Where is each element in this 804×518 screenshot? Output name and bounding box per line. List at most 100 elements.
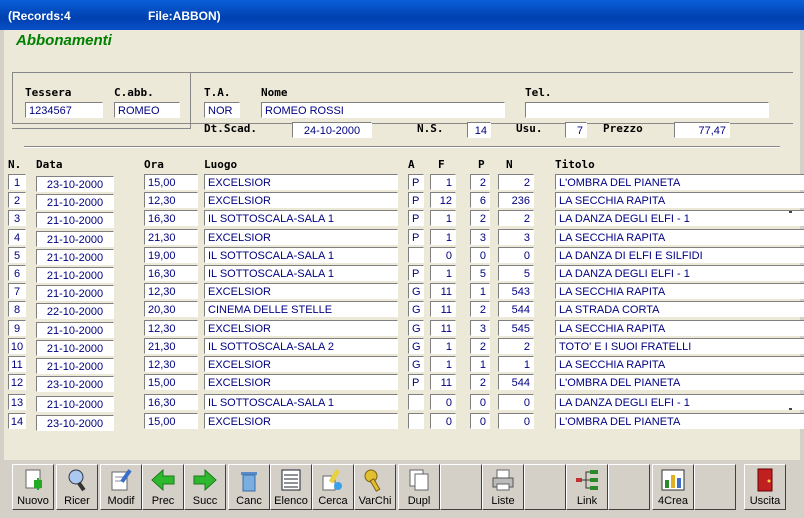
cell-data[interactable]: 21-10-2000 [36,322,114,338]
ta-field[interactable]: NOR [204,102,240,118]
cell-data[interactable]: 23-10-2000 [36,376,114,392]
cell-n[interactable]: 5 [8,247,26,263]
cell-p[interactable]: 2 [470,174,490,190]
liste-button[interactable]: Liste [482,464,524,510]
prec-button[interactable]: Prec [142,464,184,510]
cell-ora[interactable]: 16,30 [144,210,198,226]
cell-f[interactable]: 11 [430,283,456,299]
cell-a[interactable]: G [408,338,424,354]
cell-luogo[interactable]: EXCELSIOR [204,283,398,299]
cell-luogo[interactable]: EXCELSIOR [204,174,398,190]
cell-data[interactable]: 21-10-2000 [36,267,114,283]
nome-field[interactable]: ROMEO ROSSI [261,102,505,118]
cell-nn[interactable]: 0 [498,394,534,410]
4crea-button[interactable]: 4Crea [652,464,694,510]
cell-nn[interactable]: 545 [498,320,534,336]
table-row[interactable]: 4 21-10-2000 21,30 EXCELSIOR P 1 3 3 LA SECCHIA … [4,229,804,247]
cell-ora[interactable]: 15,00 [144,413,198,429]
cell-p[interactable]: 2 [470,301,490,317]
cell-a[interactable]: G [408,320,424,336]
cell-n[interactable]: 6 [8,265,26,281]
cell-f[interactable]: 1 [430,174,456,190]
table-row[interactable]: 6 21-10-2000 16,30 IL SOTTOSCALA-SALA 1P155… [4,265,804,283]
cell-ora[interactable]: 12,30 [144,356,198,372]
table-row[interactable]: 5 21-10-2000 19,00 IL SOTTOSCALA-SALA 1000L… [4,247,804,265]
tel-field[interactable] [525,102,769,118]
cell-f[interactable]: 0 [430,394,456,410]
cell-luogo[interactable]: EXCELSIOR [204,413,398,429]
cell-a[interactable]: P [408,174,424,190]
toolbar-blank-button[interactable] [524,464,566,510]
table-row[interactable]: 14 23-10-2000 15,00 EXCELSIOR 0 0 0 L'OMBRA DEL… [4,413,804,431]
cell-ora[interactable]: 21,30 [144,229,198,245]
cell-n[interactable]: 4 [8,229,26,245]
cerca-button[interactable]: Cerca [312,464,354,510]
succ-button[interactable]: Succ [184,464,226,510]
table-row[interactable]: 9 21-10-2000 12,30 EXCELSIOR G 11 3 545 LA SECCH… [4,320,804,338]
cell-f[interactable]: 11 [430,374,456,390]
table-row[interactable]: 3 21-10-2000 16,30 IL SOTTOSCALA-SALA 1P122… [4,210,804,228]
cell-nn[interactable]: 5 [498,265,534,281]
cell-a[interactable] [408,394,424,410]
cell-nn[interactable]: 2 [498,210,534,226]
cell-f[interactable]: 1 [430,265,456,281]
cell-titolo[interactable]: LA SECCHIA RAPITA [555,283,804,299]
cell-n[interactable]: 1 [8,174,26,190]
cell-nn[interactable]: 0 [498,247,534,263]
prezzo-field[interactable]: 77,47 [674,122,730,138]
cell-luogo[interactable]: IL SOTTOSCALA-SALA 1 [204,265,398,281]
table-row[interactable]: 8 22-10-2000 20,30 CINEMA DELLE STELLE G 11 2 5… [4,301,804,319]
table-row[interactable]: 12 23-10-2000 15,00 EXCELSIOR P 11 2 544 L'OMBRA… [4,374,804,392]
cell-n[interactable]: 8 [8,301,26,317]
cell-data[interactable]: 21-10-2000 [36,285,114,301]
modif-button[interactable]: Modif [100,464,142,510]
cell-n[interactable]: 10 [8,338,26,354]
cell-ora[interactable]: 12,30 [144,192,198,208]
cell-n[interactable]: 7 [8,283,26,299]
cell-a[interactable]: G [408,301,424,317]
cell-p[interactable]: 3 [470,320,490,336]
cell-n[interactable]: 2 [8,192,26,208]
cell-f[interactable]: 0 [430,247,456,263]
cell-titolo[interactable]: LA SECCHIA RAPITA [555,229,804,245]
cell-ora[interactable]: 21,30 [144,338,198,354]
cell-data[interactable]: 21-10-2000 [36,396,114,412]
cell-ora[interactable]: 20,30 [144,301,198,317]
cell-data[interactable]: 21-10-2000 [36,340,114,356]
cell-p[interactable]: 5 [470,265,490,281]
cell-a[interactable]: P [408,374,424,390]
link-button[interactable]: Link [566,464,608,510]
table-row[interactable]: 2 21-10-2000 12,30 EXCELSIOR P 12 6 236 LA SECCH… [4,192,804,210]
cell-luogo[interactable]: EXCELSIOR [204,192,398,208]
cell-data[interactable]: 21-10-2000 [36,249,114,265]
cell-titolo[interactable]: LA DANZA DEGLI ELFI - 1 [555,394,804,410]
cell-f[interactable]: 1 [430,338,456,354]
cell-ora[interactable]: 19,00 [144,247,198,263]
cell-titolo[interactable]: LA SECCHIA RAPITA [555,320,804,336]
dupl-button[interactable]: Dupl [398,464,440,510]
cell-n[interactable]: 13 [8,394,26,410]
cell-f[interactable]: 1 [430,210,456,226]
usu-field[interactable]: 7 [565,122,587,138]
cell-data[interactable]: 23-10-2000 [36,415,114,431]
cell-nn[interactable]: 544 [498,301,534,317]
cell-luogo[interactable]: IL SOTTOSCALA-SALA 2 [204,338,398,354]
cell-a[interactable]: G [408,283,424,299]
cell-titolo[interactable]: LA DANZA DEGLI ELFI - 1 [555,265,804,281]
dtscad-field[interactable]: 24-10-2000 [292,122,372,138]
cell-f[interactable]: 1 [430,356,456,372]
cell-f[interactable]: 0 [430,413,456,429]
cell-nn[interactable]: 543 [498,283,534,299]
cabb-field[interactable]: ROMEO [114,102,180,118]
cell-a[interactable]: P [408,192,424,208]
cell-p[interactable]: 6 [470,192,490,208]
cell-p[interactable]: 2 [470,210,490,226]
cell-p[interactable]: 1 [470,356,490,372]
cell-luogo[interactable]: IL SOTTOSCALA-SALA 1 [204,210,398,226]
cell-titolo[interactable]: LA DANZA DEGLI ELFI - 1 [555,210,804,226]
toolbar-blank-button[interactable] [608,464,650,510]
cell-f[interactable]: 11 [430,320,456,336]
cell-ora[interactable]: 16,30 [144,265,198,281]
cell-titolo[interactable]: LA SECCHIA RAPITA [555,356,804,372]
table-row[interactable]: 11 21-10-2000 12,30 EXCELSIOR G 1 1 1 LA SECCHIA… [4,356,804,374]
